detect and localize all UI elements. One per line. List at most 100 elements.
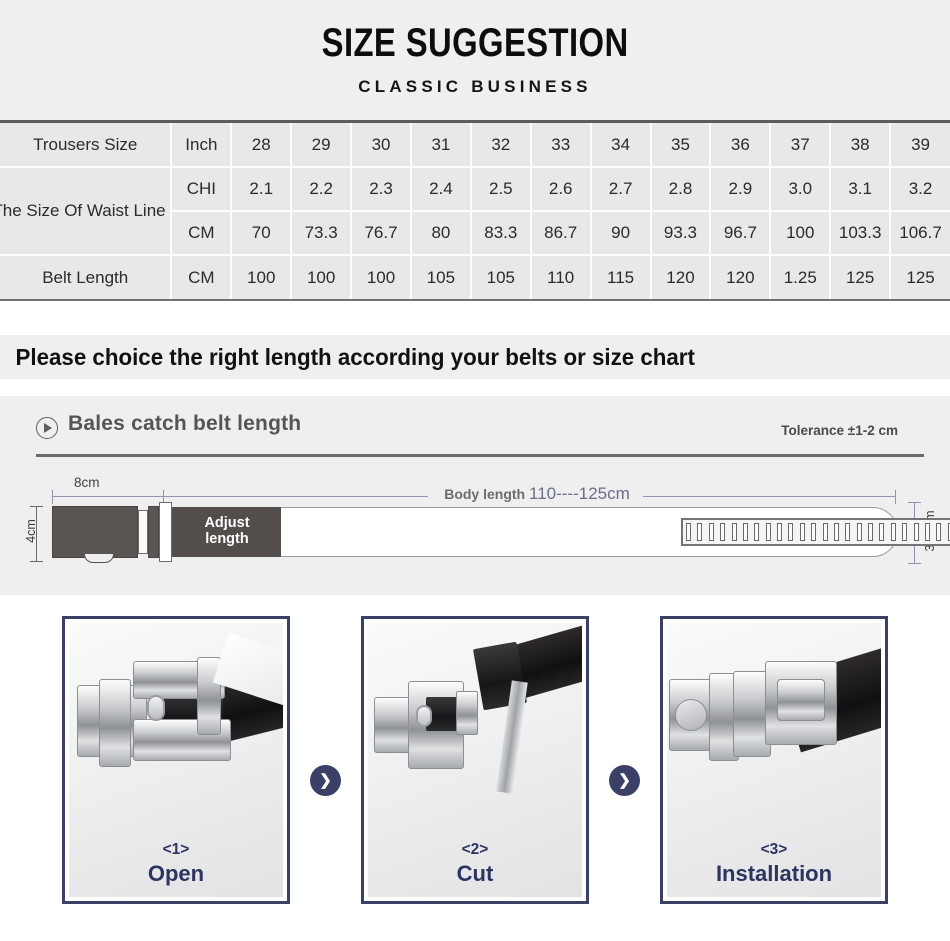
cell-trousers-0: 28 — [231, 123, 293, 168]
step-caption-open: <1> Open — [65, 840, 287, 887]
cell-chi-9: 3.0 — [770, 167, 832, 212]
cell-trousers-10: 38 — [830, 123, 892, 168]
belt-keeper-1 — [138, 510, 148, 554]
tolerance-note: Tolerance ±1-2 cm — [781, 423, 898, 438]
notice-banner: Please choice the right length according… — [0, 335, 950, 379]
table-row-trousers-size: Trousers Size Inch 28 29 30 31 32 33 34 … — [0, 123, 950, 168]
belt-diagram: 8cm Body length 110----125cm 4cm Adjust … — [0, 466, 950, 595]
step-number: <2> — [461, 841, 489, 859]
cell-belt-3: 105 — [410, 255, 472, 299]
step-label: Installation — [715, 860, 833, 886]
cell-waistcm-3: 80 — [410, 211, 472, 256]
cell-chi-4: 2.5 — [470, 167, 532, 212]
row-unit-waist-chi: CHI — [171, 167, 233, 212]
table-row-belt-length: Belt Length CM 100 100 100 105 105 110 1… — [0, 255, 950, 299]
play-circle-icon — [36, 417, 58, 439]
row-label-waist-size: The Size Of Waist Line — [0, 167, 173, 256]
step-caption-installation: <3> Installation — [663, 840, 885, 887]
dimension-tick-end — [895, 490, 896, 504]
step-number: <3> — [760, 841, 788, 859]
step-card-cut: <2> Cut — [361, 616, 589, 904]
table-row-waist-chi: The Size Of Waist Line CHI 2.1 2.2 2.3 2… — [0, 167, 950, 256]
cell-waistcm-1: 73.3 — [291, 211, 353, 256]
cell-trousers-3: 31 — [410, 123, 472, 168]
belt-keeper-3 — [159, 502, 172, 562]
row-unit-waist-cm: CM — [171, 211, 233, 256]
chevron-right-icon: ❯ — [618, 771, 631, 789]
cell-waistcm-8: 96.7 — [710, 211, 772, 256]
cell-belt-11: 125 — [890, 255, 950, 299]
cell-waistcm-0: 70 — [231, 211, 293, 256]
notice-text: Please choice the right length according… — [15, 343, 695, 370]
cell-waistcm-9: 100 — [770, 211, 832, 256]
cell-waistcm-5: 86.7 — [530, 211, 592, 256]
row-label-belt-length: Belt Length — [0, 255, 173, 299]
step-number: <1> — [162, 841, 190, 859]
cell-waistcm-2: 76.7 — [351, 211, 412, 256]
adjust-line-1: Adjust — [204, 515, 250, 532]
cell-trousers-4: 32 — [470, 123, 532, 168]
body-length-text: Body length — [444, 486, 526, 502]
body-length-value: 110----125cm — [529, 484, 630, 503]
cell-belt-2: 100 — [351, 255, 412, 299]
step-connector-arrow-1: ❯ — [310, 764, 341, 796]
cell-chi-2: 2.3 — [351, 167, 412, 212]
panel-title: Bales catch belt length — [68, 412, 302, 435]
dimension-tick-top — [908, 502, 921, 503]
cell-chi-1: 2.2 — [291, 167, 353, 212]
adjust-line-2: length — [205, 531, 249, 547]
step-label: Open — [147, 860, 205, 886]
dimension-buckle-height-label: 4cm — [24, 519, 38, 543]
belt-diagram-panel: Bales catch belt length Tolerance ±1-2 c… — [0, 396, 950, 595]
cell-belt-5: 110 — [530, 255, 592, 299]
cell-chi-3: 2.4 — [410, 167, 472, 212]
row-label-waist-size-text: The Size Of Waist Line — [0, 201, 166, 221]
chevron-right-icon: ❯ — [319, 771, 332, 789]
row-unit-trousers-size: Inch — [171, 123, 233, 168]
cell-trousers-8: 36 — [710, 123, 772, 168]
cell-trousers-7: 35 — [650, 123, 712, 168]
cell-belt-0: 100 — [231, 255, 293, 299]
dimension-body-length-label: Body length 110----125cm — [431, 484, 643, 504]
page-title: SIZE SUGGESTION — [321, 21, 629, 65]
cell-belt-6: 115 — [590, 255, 652, 299]
dimension-line — [52, 496, 164, 497]
cell-waistcm-11: 106.7 — [890, 211, 950, 256]
cell-chi-11: 3.2 — [890, 167, 950, 212]
step-connector-arrow-2: ❯ — [609, 764, 640, 796]
dimension-line-right — [643, 496, 896, 497]
size-table: Trousers Size Inch 28 29 30 31 32 33 34 … — [0, 123, 950, 299]
dimension-line-left — [163, 496, 428, 497]
cell-trousers-11: 39 — [890, 123, 950, 168]
panel-divider — [36, 454, 924, 457]
step-caption-cut: <2> Cut — [364, 840, 586, 887]
cell-chi-10: 3.1 — [830, 167, 892, 212]
cell-chi-8: 2.9 — [710, 167, 772, 212]
page-header: SIZE SUGGESTION CLASSIC BUSINESS — [0, 0, 950, 120]
cell-belt-10: 125 — [830, 255, 892, 299]
step-label: Cut — [456, 860, 494, 886]
cell-trousers-1: 29 — [291, 123, 353, 168]
cell-waistcm-6: 90 — [590, 211, 652, 256]
belt-buckle-shape — [52, 506, 138, 558]
dimension-buckle-height: 4cm — [22, 506, 44, 562]
dimension-tick-start — [52, 490, 53, 504]
cell-chi-0: 2.1 — [231, 167, 293, 212]
step-card-open: <1> Open — [62, 616, 290, 904]
adjust-length-segment: Adjust length — [172, 507, 282, 557]
row-unit-belt-length: CM — [171, 255, 233, 299]
cell-trousers-2: 30 — [351, 123, 412, 168]
cell-belt-7: 120 — [650, 255, 712, 299]
dimension-buckle-width-label: 8cm — [74, 475, 100, 490]
ratchet-track — [681, 518, 950, 546]
cell-belt-4: 105 — [470, 255, 532, 299]
row-label-trousers-size: Trousers Size — [0, 123, 173, 168]
dimension-body-length: Body length 110----125cm — [163, 478, 896, 504]
cell-trousers-9: 37 — [770, 123, 832, 168]
belt-buckle-tab-shape — [84, 554, 114, 563]
panel-header: Bales catch belt length Tolerance ±1-2 c… — [18, 406, 932, 457]
cell-belt-8: 120 — [710, 255, 772, 299]
cell-belt-1: 100 — [291, 255, 353, 299]
cell-trousers-5: 33 — [530, 123, 592, 168]
cell-chi-5: 2.6 — [530, 167, 592, 212]
